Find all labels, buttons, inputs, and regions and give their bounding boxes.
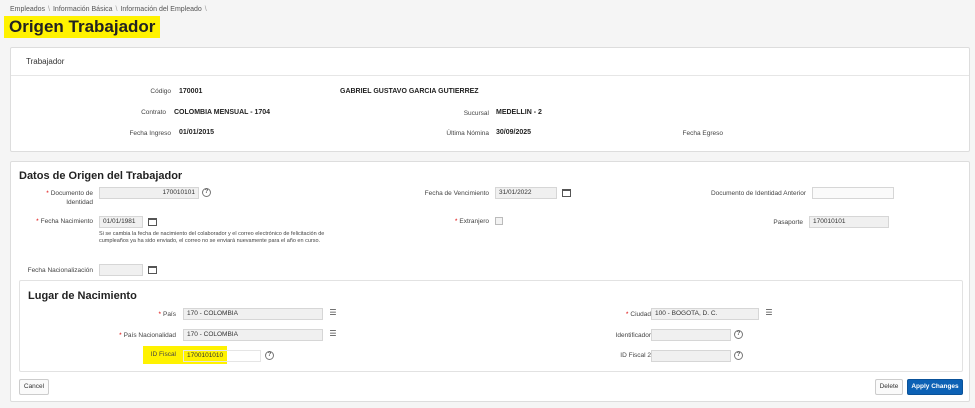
identificador-input[interactable] (651, 329, 731, 341)
trabajador-divider (11, 75, 969, 76)
fecha-nacimiento-label: * Fecha Nacimiento (36, 218, 93, 225)
pais-nacionalidad-input[interactable]: 170 - COLOMBIA (183, 329, 323, 341)
fecha-vencimiento-input[interactable]: 31/01/2022 (495, 187, 557, 199)
doc-anterior-input[interactable] (812, 187, 894, 199)
ultima-nomina-label: Última Nómina (446, 130, 489, 137)
breadcrumb: Empleados \ Información Básica \ Información… (10, 6, 210, 13)
id-fiscal-label: ID Fiscal (150, 351, 176, 358)
pais-input[interactable]: 170 - COLOMBIA (183, 308, 323, 320)
sucursal-label: Sucursal (463, 110, 489, 117)
fecha-nacionalizacion-label: Fecha Nacionalización (27, 267, 93, 274)
datos-origen-heading: Datos de Origen del Trabajador (19, 170, 183, 182)
breadcrumb-item-informacion-empleado[interactable]: Información del Empleado (120, 6, 201, 13)
id-fiscal2-label: ID Fiscal 2 (620, 352, 651, 359)
documento-label: * Documento de Identidad (46, 190, 93, 206)
fecha-vencimiento-label: Fecha de Vencimiento (424, 190, 489, 197)
help-icon[interactable]: ? (265, 351, 274, 360)
breadcrumb-item-informacion-basica[interactable]: Información Básica (53, 6, 113, 13)
contrato-label: Contrato (141, 109, 166, 116)
list-icon[interactable]: ☰ (327, 329, 339, 339)
datos-origen-panel: Datos de Origen del Trabajador * Document… (10, 161, 970, 402)
fecha-ingreso-label: Fecha Ingreso (129, 130, 171, 137)
pais-label: * País (158, 311, 176, 318)
identificador-label: Identificador (615, 332, 651, 339)
list-icon[interactable]: ☰ (763, 308, 775, 318)
worker-name: GABRIEL GUSTAVO GARCIA GUTIERREZ (340, 88, 479, 95)
list-icon[interactable]: ☰ (327, 308, 339, 318)
calendar-icon[interactable] (148, 218, 157, 226)
calendar-icon[interactable] (148, 266, 157, 274)
pasaporte-label: Pasaporte (773, 219, 803, 226)
help-icon[interactable]: ? (202, 188, 211, 197)
lugar-nacimiento-panel: Lugar de Nacimiento * País 170 - COLOMBIA… (19, 280, 963, 372)
sucursal-value: MEDELLIN - 2 (496, 109, 542, 116)
documento-input[interactable]: 170010101 (99, 187, 199, 199)
calendar-icon[interactable] (562, 189, 571, 197)
delete-button[interactable]: Delete (875, 379, 903, 395)
pais-nacionalidad-label: * País Nacionalidad (119, 332, 176, 339)
fecha-egreso-label: Fecha Egreso (682, 130, 723, 137)
fecha-nacionalizacion-input[interactable] (99, 264, 143, 276)
ciudad-input[interactable]: 100 - BOGOTA, D. C. (651, 308, 759, 320)
help-icon[interactable]: ? (734, 351, 743, 360)
doc-anterior-label: Documento de Identidad Anterior (710, 190, 806, 197)
fecha-nacimiento-input[interactable]: 01/01/1981 (99, 216, 143, 228)
breadcrumb-separator: \ (48, 6, 50, 13)
lugar-nacimiento-heading: Lugar de Nacimiento (28, 290, 137, 302)
trabajador-panel: Trabajador Código 170001 GABRIEL GUSTAVO… (10, 47, 970, 152)
extranjero-label: * Extranjero (454, 218, 489, 225)
extranjero-checkbox[interactable] (495, 217, 503, 225)
page-title: Origen Trabajador (4, 16, 161, 38)
breadcrumb-separator: \ (115, 6, 118, 13)
trabajador-heading: Trabajador (26, 57, 65, 66)
contrato-value: COLOMBIA MENSUAL - 1704 (174, 109, 271, 116)
id-fiscal-input[interactable]: 1700101010 (183, 350, 261, 362)
fecha-ingreso-value: 01/01/2015 (179, 129, 215, 136)
help-icon[interactable]: ? (734, 330, 743, 339)
breadcrumb-separator: \ (204, 6, 207, 13)
apply-changes-button[interactable]: Apply Changes (907, 379, 963, 395)
breadcrumb-item-empleados[interactable]: Empleados (10, 6, 45, 13)
nacimiento-note: Si se cambia la fecha de nacimiento del … (99, 231, 325, 244)
ciudad-label: * Ciudad (625, 311, 651, 318)
pasaporte-input[interactable]: 170010101 (809, 216, 889, 228)
codigo-label: Código (150, 88, 171, 95)
id-fiscal2-input[interactable] (651, 350, 731, 362)
codigo-value: 170001 (179, 88, 203, 95)
ultima-nomina-value: 30/09/2025 (496, 129, 532, 136)
cancel-button[interactable]: Cancel (19, 379, 49, 395)
